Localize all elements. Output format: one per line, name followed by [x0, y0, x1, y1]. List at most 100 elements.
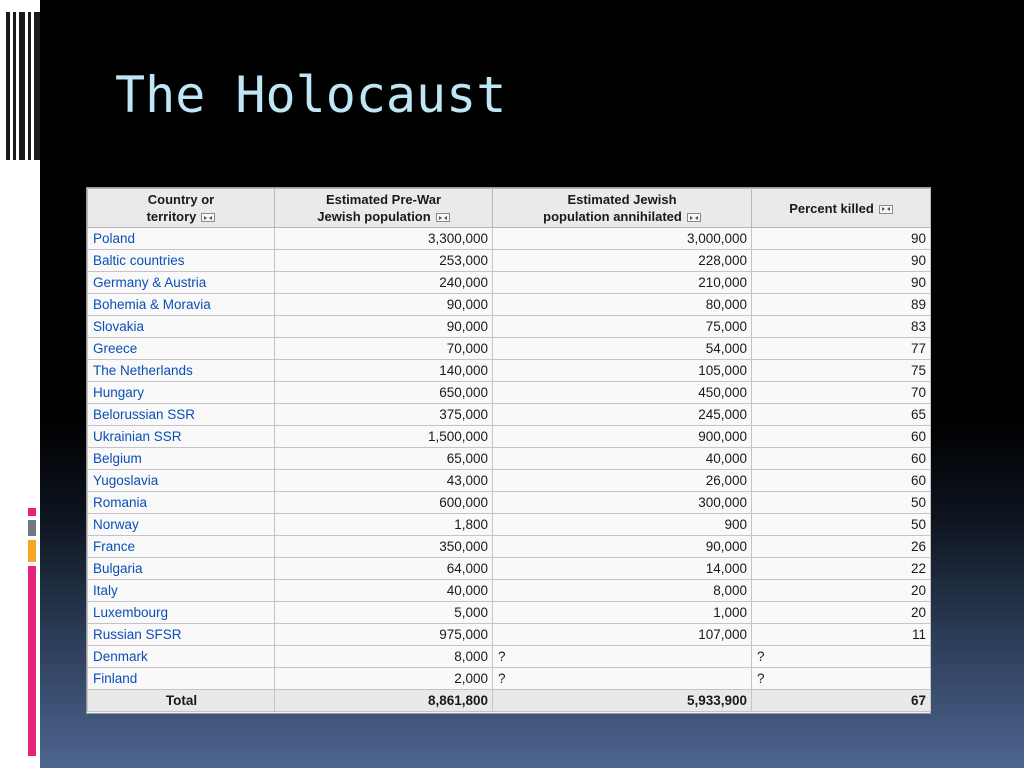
country-link[interactable]: Belorussian SSR — [87, 403, 275, 426]
percent-killed-cell: 60 — [751, 447, 931, 470]
country-link[interactable]: Baltic countries — [87, 249, 275, 272]
annihilated-cell: 80,000 — [492, 293, 752, 316]
percent-killed-cell: 90 — [751, 271, 931, 294]
header-line: Percent killed — [789, 200, 874, 216]
percent-killed-cell: 20 — [751, 579, 931, 602]
header-country[interactable]: Country or territory — [87, 188, 275, 228]
annihilated-cell: 210,000 — [492, 271, 752, 294]
deco-line — [28, 12, 31, 160]
left-margin-strip — [0, 0, 40, 768]
prewar-population-cell: 64,000 — [274, 557, 493, 580]
country-link[interactable]: Luxembourg — [87, 601, 275, 624]
accent-gray — [28, 520, 36, 536]
header-population-annihilated[interactable]: Estimated Jewish population annihilated — [492, 188, 752, 228]
annihilated-cell: 14,000 — [492, 557, 752, 580]
annihilated-cell: 900 — [492, 513, 752, 536]
percent-killed-cell: 83 — [751, 315, 931, 338]
annihilated-cell: 245,000 — [492, 403, 752, 426]
country-link[interactable]: Bulgaria — [87, 557, 275, 580]
total-percent-cell: 67 — [751, 689, 931, 712]
country-link[interactable]: Norway — [87, 513, 275, 536]
header-prewar-population[interactable]: Estimated Pre-War Jewish population — [274, 188, 493, 228]
accent-pink-long — [28, 566, 36, 756]
percent-killed-cell: 26 — [751, 535, 931, 558]
country-link[interactable]: Poland — [87, 227, 275, 250]
table-body: Poland 3,300,000 3,000,000 90 Baltic countri… — [87, 227, 931, 712]
percent-killed-cell: 60 — [751, 469, 931, 492]
sort-toggle-icon[interactable] — [878, 204, 893, 214]
annihilated-cell: 75,000 — [492, 315, 752, 338]
table-row: Romania 600,000 300,000 50 — [87, 491, 931, 514]
country-link[interactable]: Belgium — [87, 447, 275, 470]
total-prewar-cell: 8,861,800 — [274, 689, 493, 712]
table-row: Finland 2,000?? — [87, 667, 931, 690]
sort-toggle-icon[interactable] — [201, 213, 216, 223]
percent-killed-cell: 11 — [751, 623, 931, 646]
slide-title: The Holocaust — [115, 66, 507, 124]
country-link[interactable]: Slovakia — [87, 315, 275, 338]
prewar-population-cell: 140,000 — [274, 359, 493, 382]
country-link[interactable]: Greece — [87, 337, 275, 360]
sort-toggle-icon[interactable] — [686, 213, 701, 223]
table-row: Yugoslavia 43,000 26,000 60 — [87, 469, 931, 492]
country-link[interactable]: Romania — [87, 491, 275, 514]
header-line: Jewish population — [317, 209, 431, 224]
percent-killed-cell: ? — [751, 667, 931, 690]
total-annihilated-cell: 5,933,900 — [492, 689, 752, 712]
table-row: Poland 3,300,000 3,000,000 90 — [87, 227, 931, 250]
country-link[interactable]: Finland — [87, 667, 275, 690]
table-row: Bulgaria 64,000 14,000 22 — [87, 557, 931, 580]
percent-killed-cell: 89 — [751, 293, 931, 316]
prewar-population-cell: 240,000 — [274, 271, 493, 294]
prewar-population-cell: 350,000 — [274, 535, 493, 558]
annihilated-cell: 450,000 — [492, 381, 752, 404]
country-link[interactable]: Italy — [87, 579, 275, 602]
annihilated-cell: 228,000 — [492, 249, 752, 272]
table-row: Belorussian SSR 375,000 245,000 65 — [87, 403, 931, 426]
country-link[interactable]: Hungary — [87, 381, 275, 404]
annihilated-cell: 900,000 — [492, 425, 752, 448]
country-link[interactable]: Yugoslavia — [87, 469, 275, 492]
country-link[interactable]: France — [87, 535, 275, 558]
country-link[interactable]: Russian SFSR — [87, 623, 275, 646]
table-row: Germany & Austria 240,000 210,000 90 — [87, 271, 931, 294]
percent-killed-cell: 75 — [751, 359, 931, 382]
deco-line — [13, 12, 16, 160]
table-row: Denmark 8,000?? — [87, 645, 931, 668]
prewar-population-cell: 650,000 — [274, 381, 493, 404]
header-percent-killed[interactable]: Percent killed — [751, 188, 931, 228]
country-link[interactable]: Denmark — [87, 645, 275, 668]
header-line: territory — [146, 209, 197, 224]
decorative-vertical-lines — [6, 12, 40, 160]
annihilated-cell: 105,000 — [492, 359, 752, 382]
table-row: Bohemia & Moravia 90,000 80,000 89 — [87, 293, 931, 316]
table-row: Luxembourg 5,000 1,000 20 — [87, 601, 931, 624]
total-row: Total 8,861,800 5,933,900 67 — [87, 689, 931, 712]
country-link[interactable]: The Netherlands — [87, 359, 275, 382]
annihilated-cell: 40,000 — [492, 447, 752, 470]
accent-bars — [28, 508, 38, 756]
percent-killed-cell: ? — [751, 645, 931, 668]
percent-killed-cell: 50 — [751, 513, 931, 536]
country-link[interactable]: Germany & Austria — [87, 271, 275, 294]
table-row: Hungary 650,000 450,000 70 — [87, 381, 931, 404]
table-row: The Netherlands 140,000 105,000 75 — [87, 359, 931, 382]
annihilated-cell: 8,000 — [492, 579, 752, 602]
header-line: Country or — [147, 192, 215, 207]
prewar-population-cell: 70,000 — [274, 337, 493, 360]
percent-killed-cell: 20 — [751, 601, 931, 624]
prewar-population-cell: 600,000 — [274, 491, 493, 514]
table-row: Baltic countries 253,000 228,000 90 — [87, 249, 931, 272]
percent-killed-cell: 77 — [751, 337, 931, 360]
annihilated-cell: ? — [492, 645, 752, 668]
country-link[interactable]: Bohemia & Moravia — [87, 293, 275, 316]
annihilated-cell: 1,000 — [492, 601, 752, 624]
prewar-population-cell: 90,000 — [274, 315, 493, 338]
annihilated-cell: 90,000 — [492, 535, 752, 558]
percent-killed-cell: 90 — [751, 227, 931, 250]
table-header-row: Country or territory Estimated Pre-War J… — [87, 188, 931, 228]
sort-toggle-icon[interactable] — [435, 213, 450, 223]
country-link[interactable]: Ukrainian SSR — [87, 425, 275, 448]
header-line: Estimated Pre-War — [325, 192, 442, 207]
header-line: population annihilated — [543, 209, 682, 224]
